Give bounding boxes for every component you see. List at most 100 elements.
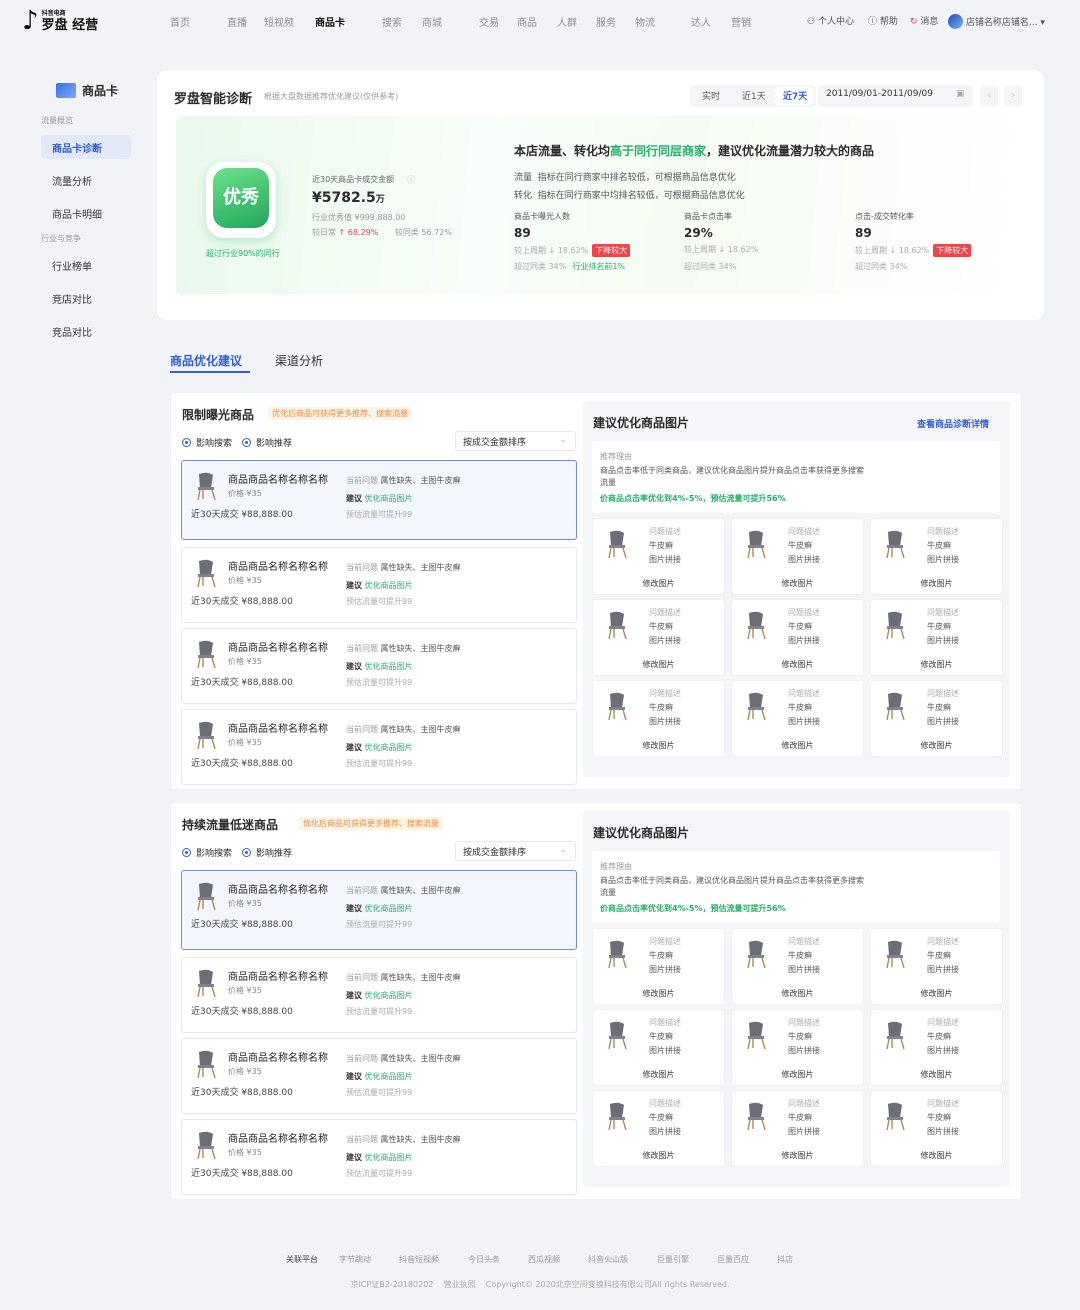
next-arrow-icon[interactable]: › — [1004, 86, 1022, 106]
edit-image-button[interactable]: 修改图片 — [871, 659, 1002, 670]
edit-image-button[interactable]: 修改图片 — [732, 740, 863, 751]
nav-item[interactable]: 服务 — [596, 14, 616, 29]
footer-link[interactable]: 巨量引擎 — [657, 1254, 689, 1265]
desc-item: 牛皮癣 — [927, 951, 951, 960]
edit-image-button[interactable]: 修改图片 — [871, 1150, 1002, 1161]
sidebar-item-traffic-analysis[interactable]: 流量分析 — [52, 173, 92, 188]
nav-item[interactable]: 交易 — [479, 14, 499, 29]
product-estimate: 预估流量可提升99 — [346, 1088, 413, 1097]
sidebar-item-product-compare[interactable]: 竞品对比 — [52, 324, 92, 339]
advice-link[interactable]: 优化商品图片 — [365, 904, 413, 913]
footer-link[interactable]: 西瓜视频 — [528, 1254, 560, 1265]
product-item[interactable]: 商品商品名称名称名称 价格 ¥35 近30天成交 ¥88,888.00 当前问题 属性… — [181, 460, 577, 540]
sidebar-item-card-detail[interactable]: 商品卡明细 — [52, 206, 102, 221]
sidebar-item-shop-compare[interactable]: 竞店对比 — [52, 291, 92, 306]
edit-image-button[interactable]: 修改图片 — [871, 988, 1002, 999]
product-estimate: 预估流量可提升99 — [346, 510, 413, 519]
nav-item[interactable]: 短视频 — [264, 14, 294, 29]
radio-recommend[interactable]: 影响推荐 — [242, 438, 292, 449]
nav-item[interactable]: 商品卡 — [315, 14, 345, 29]
nav-item[interactable]: 人群 — [557, 14, 577, 29]
image-suggestion-card: 问题描述 牛皮癣 图片拼接 修改图片 — [871, 519, 1002, 594]
edit-image-button[interactable]: 修改图片 — [593, 988, 724, 999]
tab-7days[interactable]: 近7天 — [783, 89, 807, 102]
edit-image-button[interactable]: 修改图片 — [593, 740, 724, 751]
tab-channel-analysis[interactable]: 渠道分析 — [275, 352, 323, 369]
nav-item[interactable]: 达人 — [691, 14, 711, 29]
tab-1day[interactable]: 近1天 — [742, 89, 766, 102]
sort-select[interactable]: 按成交金额排序 ⌄ — [455, 431, 576, 451]
edit-image-button[interactable]: 修改图片 — [593, 659, 724, 670]
radio-search[interactable]: 影响搜索 — [182, 438, 232, 449]
nav-item[interactable]: 营销 — [731, 14, 751, 29]
advice-link[interactable]: 优化商品图片 — [365, 1072, 413, 1081]
top-header: ♪ 抖音电商 罗盘 经营 首页 直播 短视频 商品卡 搜索 商城 交易 商品 人群 服务 物流 达人 营… — [0, 0, 1080, 44]
sidebar-item-industry-rank[interactable]: 行业榜单 — [52, 258, 92, 273]
advice-link[interactable]: 优化商品图片 — [365, 662, 413, 671]
reason-label: 推荐理由 — [600, 862, 632, 871]
radio-search[interactable]: 影响搜索 — [182, 848, 232, 859]
product-sales: 近30天成交 ¥88,888.00 — [191, 1007, 293, 1017]
messages-link[interactable]: ↻ 消息 — [910, 14, 938, 27]
advice-link[interactable]: 优化商品图片 — [365, 1153, 413, 1162]
edit-image-button[interactable]: 修改图片 — [871, 578, 1002, 589]
edit-image-button[interactable]: 修改图片 — [732, 1069, 863, 1080]
footer-link[interactable]: 字节跳动 — [339, 1254, 371, 1265]
edit-image-button[interactable]: 修改图片 — [593, 1150, 724, 1161]
edit-image-button[interactable]: 修改图片 — [732, 988, 863, 999]
edit-image-button[interactable]: 修改图片 — [871, 1069, 1002, 1080]
help-link[interactable]: ⓘ 帮助 — [868, 14, 898, 27]
footer-link[interactable]: 抖店 — [777, 1254, 793, 1265]
nav-item[interactable]: 直播 — [227, 14, 247, 29]
logo[interactable]: ♪ 抖音电商 罗盘 经营 — [22, 8, 98, 34]
product-estimate: 预估流量可提升99 — [346, 1169, 413, 1178]
issue-label: 当前问题 — [346, 1054, 378, 1063]
product-item[interactable]: 商品商品名称名称名称 价格 ¥35 近30天成交 ¥88,888.00 当前问题 属性… — [181, 1038, 577, 1114]
chair-image — [744, 610, 770, 640]
edit-image-button[interactable]: 修改图片 — [732, 1150, 863, 1161]
radio-label: 影响推荐 — [256, 849, 293, 859]
license-link[interactable]: 营业执照 — [444, 1280, 476, 1289]
nav-item[interactable]: 搜索 — [382, 14, 402, 29]
chair-image — [605, 610, 631, 640]
radio-recommend[interactable]: 影响推荐 — [242, 848, 293, 859]
advice-link[interactable]: 优化商品图片 — [365, 581, 413, 590]
sort-select[interactable]: 按成交金额排序 ⌄ — [455, 841, 576, 861]
shop-switcher[interactable]: 店铺名称店铺名... ▾ — [948, 14, 1045, 29]
chair-image — [883, 1020, 909, 1050]
edit-image-button[interactable]: 修改图片 — [593, 1069, 724, 1080]
nav-item[interactable]: 首页 — [170, 14, 190, 29]
product-item[interactable]: 商品商品名称名称名称 价格 ¥35 近30天成交 ¥88,888.00 当前问题 属性… — [181, 1119, 577, 1195]
chair-image — [194, 1130, 220, 1160]
footer-link[interactable]: 抖音火山版 — [588, 1254, 628, 1265]
product-item[interactable]: 商品商品名称名称名称 价格 ¥35 近30天成交 ¥88,888.00 当前问题 属性… — [181, 957, 577, 1033]
prev-arrow-icon[interactable]: ‹ — [980, 86, 998, 106]
tab-realtime[interactable]: 实时 — [702, 89, 720, 102]
edit-image-button[interactable]: 修改图片 — [871, 740, 1002, 751]
product-item[interactable]: 商品商品名称名称名称 价格 ¥35 近30天成交 ¥88,888.00 当前问题 属性… — [181, 547, 577, 623]
diagnosis-line-conversion: 转化 指标在同行商家中均排名较低，可根据商品信息优化 — [514, 191, 745, 201]
footer-link[interactable]: 巨量百应 — [717, 1254, 749, 1265]
nav-item[interactable]: 物流 — [635, 14, 655, 29]
footer-link[interactable]: 抖音短视频 — [399, 1254, 439, 1265]
nav-item[interactable]: 商城 — [422, 14, 442, 29]
advice-link[interactable]: 优化商品图片 — [365, 494, 413, 503]
edit-image-button[interactable]: 修改图片 — [732, 659, 863, 670]
calendar-icon: ▣ — [956, 89, 965, 99]
issue-text: 属性缺失、主图牛皮癣 — [380, 973, 461, 982]
product-item[interactable]: 商品商品名称名称名称 价格 ¥35 近30天成交 ¥88,888.00 当前问题 属性… — [181, 709, 577, 785]
advice-link[interactable]: 优化商品图片 — [365, 743, 413, 752]
view-detail-link[interactable]: 查看商品诊断详情 — [917, 417, 989, 430]
sidebar-item-card-diagnosis[interactable]: 商品卡诊断 — [52, 140, 102, 155]
nav-item[interactable]: 商品 — [517, 14, 537, 29]
product-item[interactable]: 商品商品名称名称名称 价格 ¥35 近30天成交 ¥88,888.00 当前问题 属性… — [181, 870, 577, 950]
edit-image-button[interactable]: 修改图片 — [593, 578, 724, 589]
user-center-link[interactable]: ⚇ 个人中心 — [807, 14, 854, 27]
footer-link[interactable]: 今日头条 — [468, 1254, 500, 1265]
advice-link[interactable]: 优化商品图片 — [365, 991, 413, 1000]
chair-image — [194, 720, 220, 750]
desc-item: 图片拼接 — [649, 1046, 681, 1055]
edit-image-button[interactable]: 修改图片 — [732, 578, 863, 589]
tab-product-advice[interactable]: 商品优化建议 — [170, 352, 242, 369]
product-item[interactable]: 商品商品名称名称名称 价格 ¥35 近30天成交 ¥88,888.00 当前问题 属性… — [181, 628, 577, 704]
